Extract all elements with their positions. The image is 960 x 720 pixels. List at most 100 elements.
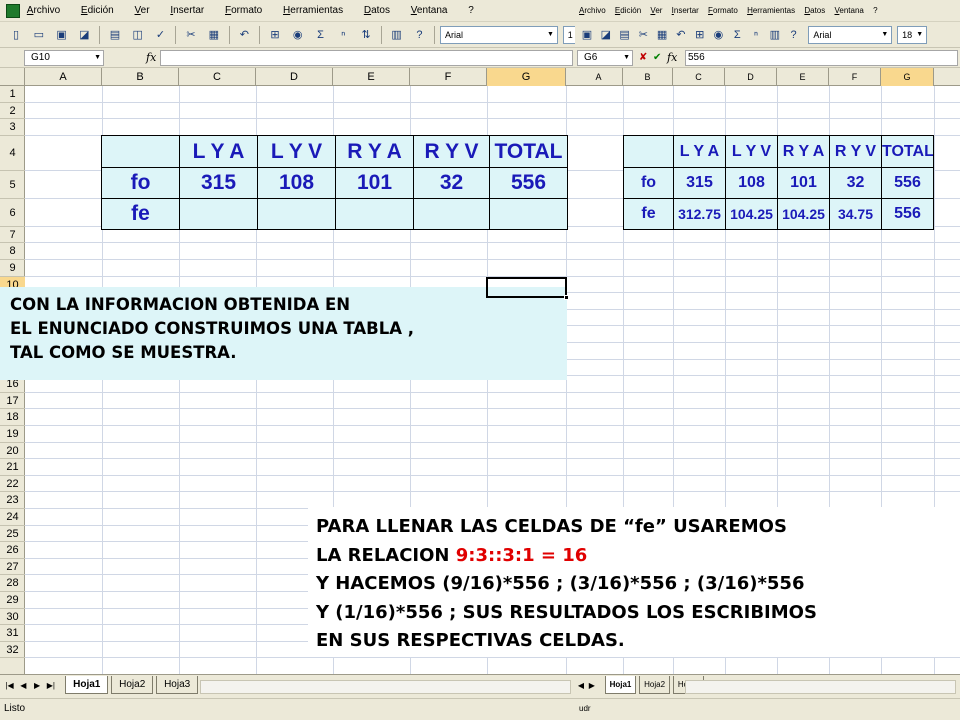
- autosum-icon[interactable]: Σ: [313, 27, 329, 43]
- column-header-a[interactable]: A: [25, 68, 102, 86]
- font-size-dropdown[interactable]: 1: [562, 26, 575, 44]
- cut-icon[interactable]: ✂: [183, 27, 199, 43]
- save-icon[interactable]: ▣: [54, 27, 70, 43]
- confirm-entry-icon[interactable]: ✔: [653, 50, 661, 66]
- next-sheet-arrow-icon[interactable]: ▶: [588, 675, 596, 697]
- fo-cell[interactable]: 108: [257, 167, 336, 199]
- row-label-fe[interactable]: fe: [623, 198, 674, 230]
- new-document-icon[interactable]: ▯: [8, 27, 24, 43]
- table-header[interactable]: R Y V: [413, 135, 490, 168]
- row-header-25[interactable]: 25: [0, 526, 25, 543]
- menu-herramientas[interactable]: Herramientas: [747, 0, 795, 21]
- row-header-26[interactable]: 26: [0, 542, 25, 559]
- row-header-30[interactable]: 30: [0, 609, 25, 626]
- fe-cell[interactable]: 312.75: [673, 198, 726, 230]
- font-size-dropdown[interactable]: 18 ▼: [897, 26, 928, 44]
- column-header-d[interactable]: D: [256, 68, 333, 86]
- row-header-7[interactable]: 7: [0, 227, 25, 244]
- column-header-g[interactable]: G: [487, 68, 566, 86]
- column-header-d[interactable]: D: [725, 68, 777, 86]
- row-header-20[interactable]: 20: [0, 443, 25, 460]
- table-header[interactable]: TOTAL: [489, 135, 568, 168]
- column-header-f[interactable]: F: [829, 68, 881, 86]
- menu-datos[interactable]: Datos: [364, 0, 390, 21]
- menu-edicion[interactable]: Edición: [81, 0, 114, 21]
- fo-cell[interactable]: 315: [179, 167, 258, 199]
- row-header-17[interactable]: 17: [0, 393, 25, 410]
- autosum-icon[interactable]: Σ: [731, 27, 743, 43]
- row-header-4[interactable]: 4: [0, 136, 25, 171]
- fe-cell[interactable]: [489, 198, 568, 230]
- font-name-dropdown[interactable]: Arial ▼: [808, 26, 893, 44]
- name-box[interactable]: G6 ▼: [577, 50, 633, 66]
- help-icon[interactable]: ?: [788, 27, 800, 43]
- help-icon[interactable]: ?: [411, 27, 427, 43]
- horizontal-scrollbar[interactable]: [200, 680, 571, 694]
- fe-cell[interactable]: [413, 198, 490, 230]
- fe-cell[interactable]: [335, 198, 414, 230]
- fo-cell[interactable]: 315: [673, 167, 726, 199]
- cancel-entry-icon[interactable]: ✘: [639, 50, 647, 66]
- selected-cell-g10[interactable]: [486, 277, 569, 300]
- menu-ventana[interactable]: Ventana: [834, 0, 863, 21]
- research-icon[interactable]: ◉: [290, 27, 306, 43]
- fo-cell[interactable]: 101: [335, 167, 414, 199]
- undo-icon[interactable]: ↶: [675, 27, 687, 43]
- menu-ventana[interactable]: Ventana: [411, 0, 448, 21]
- fo-cell[interactable]: 556: [489, 167, 568, 199]
- row-label-fo[interactable]: fo: [623, 167, 674, 199]
- permission-icon[interactable]: ◪: [600, 27, 612, 43]
- research-icon[interactable]: ◉: [712, 27, 724, 43]
- row-header-28[interactable]: 28: [0, 575, 25, 592]
- sort-ascending-icon[interactable]: ⇅: [358, 27, 374, 43]
- sheet-tab-hoja3[interactable]: Hoja3: [156, 676, 199, 694]
- fo-cell[interactable]: 556: [881, 167, 934, 199]
- prev-sheet-arrow-icon[interactable]: ◀: [18, 675, 29, 697]
- row-header-31[interactable]: 31: [0, 625, 25, 642]
- column-header-a[interactable]: A: [575, 68, 623, 86]
- menu-insertar[interactable]: Insertar: [672, 0, 699, 21]
- row-header-21[interactable]: 21: [0, 459, 25, 476]
- column-header-e[interactable]: E: [333, 68, 410, 86]
- row-header-2[interactable]: 2: [0, 103, 25, 120]
- table-corner-cell[interactable]: [101, 135, 180, 168]
- spelling-icon[interactable]: ✓: [152, 27, 168, 43]
- sheet-tab-hoja2[interactable]: Hoja2: [111, 676, 154, 694]
- row-header-1[interactable]: 1: [0, 86, 25, 103]
- row-header-9[interactable]: 9: [0, 260, 25, 277]
- formula-input[interactable]: 556: [685, 50, 958, 66]
- menu-formato[interactable]: Formato: [708, 0, 738, 21]
- font-name-dropdown[interactable]: Arial ▼: [439, 26, 558, 44]
- fe-cell[interactable]: 104.25: [777, 198, 830, 230]
- row-header-8[interactable]: 8: [0, 243, 25, 260]
- row-header-24[interactable]: 24: [0, 509, 25, 526]
- first-sheet-arrow-icon[interactable]: ◀: [577, 675, 585, 697]
- menu-formato[interactable]: Formato: [225, 0, 262, 21]
- formula-input[interactable]: [160, 50, 573, 66]
- table-header[interactable]: R Y A: [335, 135, 414, 168]
- paste-icon[interactable]: ▦: [656, 27, 668, 43]
- row-header-32[interactable]: 32: [0, 642, 25, 659]
- fill-handle[interactable]: [564, 295, 569, 300]
- fe-cell[interactable]: [179, 198, 258, 230]
- menu-ver[interactable]: Ver: [135, 0, 150, 21]
- column-header-b[interactable]: B: [102, 68, 179, 86]
- print-icon[interactable]: ▤: [619, 27, 631, 43]
- print-preview-icon[interactable]: ◫: [130, 27, 146, 43]
- row-header-5[interactable]: 5: [0, 171, 25, 199]
- select-all-corner[interactable]: [0, 68, 25, 86]
- table-header[interactable]: L Y A: [673, 135, 726, 168]
- row-header-6[interactable]: 6: [0, 199, 25, 227]
- fo-cell[interactable]: 32: [829, 167, 882, 199]
- table-header[interactable]: L Y V: [725, 135, 778, 168]
- undo-icon[interactable]: ↶: [236, 27, 252, 43]
- menu-help[interactable]: ?: [468, 0, 474, 21]
- menu-ver[interactable]: Ver: [650, 0, 662, 21]
- chart-wizard-icon[interactable]: ▥: [389, 27, 405, 43]
- fo-cell[interactable]: 108: [725, 167, 778, 199]
- chart-wizard-icon[interactable]: ▥: [769, 27, 781, 43]
- row-header-22[interactable]: 22: [0, 476, 25, 493]
- fo-cell[interactable]: 101: [777, 167, 830, 199]
- column-header-b[interactable]: B: [623, 68, 673, 86]
- first-sheet-arrow-icon[interactable]: |◀: [4, 675, 15, 697]
